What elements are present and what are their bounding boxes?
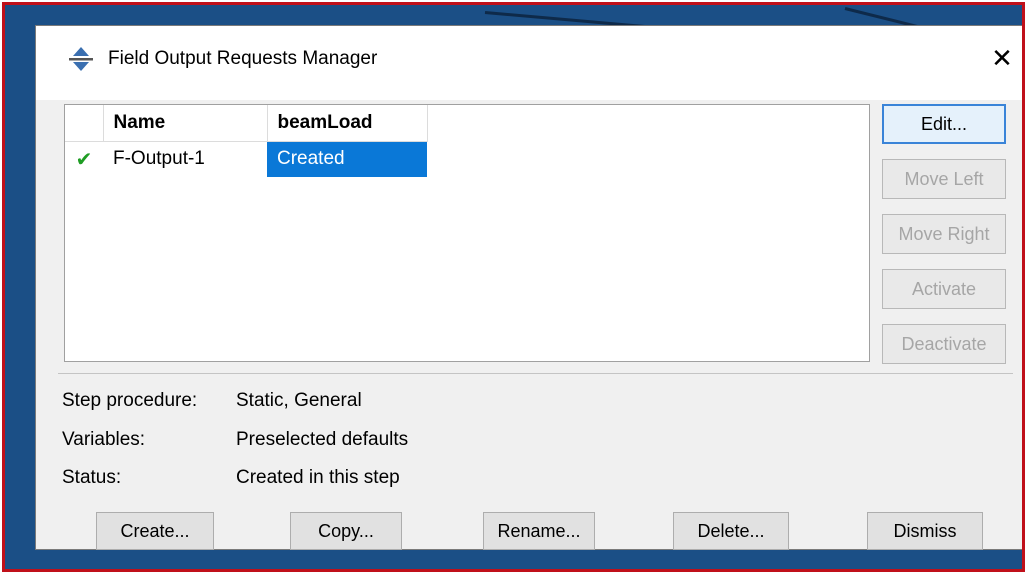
abaqus-app-icon	[69, 47, 93, 71]
move-left-button[interactable]: Move Left	[882, 159, 1006, 199]
step-procedure-value: Static, General	[236, 390, 362, 411]
title-bar[interactable]: Field Output Requests Manager ✕	[36, 26, 1022, 100]
status-label: Status:	[62, 467, 122, 488]
row-name-cell[interactable]: F-Output-1	[103, 141, 267, 177]
delete-button[interactable]: Delete...	[673, 512, 789, 550]
activate-button[interactable]: Activate	[882, 269, 1006, 309]
divider	[58, 373, 1013, 374]
variables-value: Preselected defaults	[236, 429, 409, 450]
row-status-cell: ✔	[65, 141, 103, 177]
table-header-row: Name beamLoad	[65, 105, 428, 142]
move-right-button[interactable]: Move Right	[882, 214, 1006, 254]
dismiss-button[interactable]: Dismiss	[867, 512, 983, 550]
table-row[interactable]: ✔ F-Output-1 Created	[65, 141, 427, 177]
edit-button[interactable]: Edit...	[882, 104, 1006, 144]
output-requests-table[interactable]: Name beamLoad ✔ F-Output-1 Created	[64, 104, 870, 362]
step-procedure-label: Step procedure:	[62, 390, 198, 411]
checkmark-icon: ✔	[75, 148, 93, 171]
close-icon[interactable]: ✕	[984, 40, 1020, 76]
field-output-requests-dialog: Field Output Requests Manager ✕ Name bea…	[35, 25, 1022, 550]
variables-label: Variables:	[62, 429, 146, 450]
screen-frame: Field Output Requests Manager ✕ Name bea…	[2, 2, 1025, 572]
deactivate-button[interactable]: Deactivate	[882, 324, 1006, 364]
copy-button[interactable]: Copy...	[290, 512, 402, 550]
window-title: Field Output Requests Manager	[108, 48, 378, 69]
create-button[interactable]: Create...	[96, 512, 214, 550]
column-header-status	[65, 105, 104, 142]
column-header-name[interactable]: Name	[103, 105, 268, 142]
column-header-beamload[interactable]: beamLoad	[267, 105, 428, 142]
rename-button[interactable]: Rename...	[483, 512, 595, 550]
row-beamload-cell[interactable]: Created	[267, 141, 427, 177]
status-value: Created in this step	[236, 467, 400, 488]
